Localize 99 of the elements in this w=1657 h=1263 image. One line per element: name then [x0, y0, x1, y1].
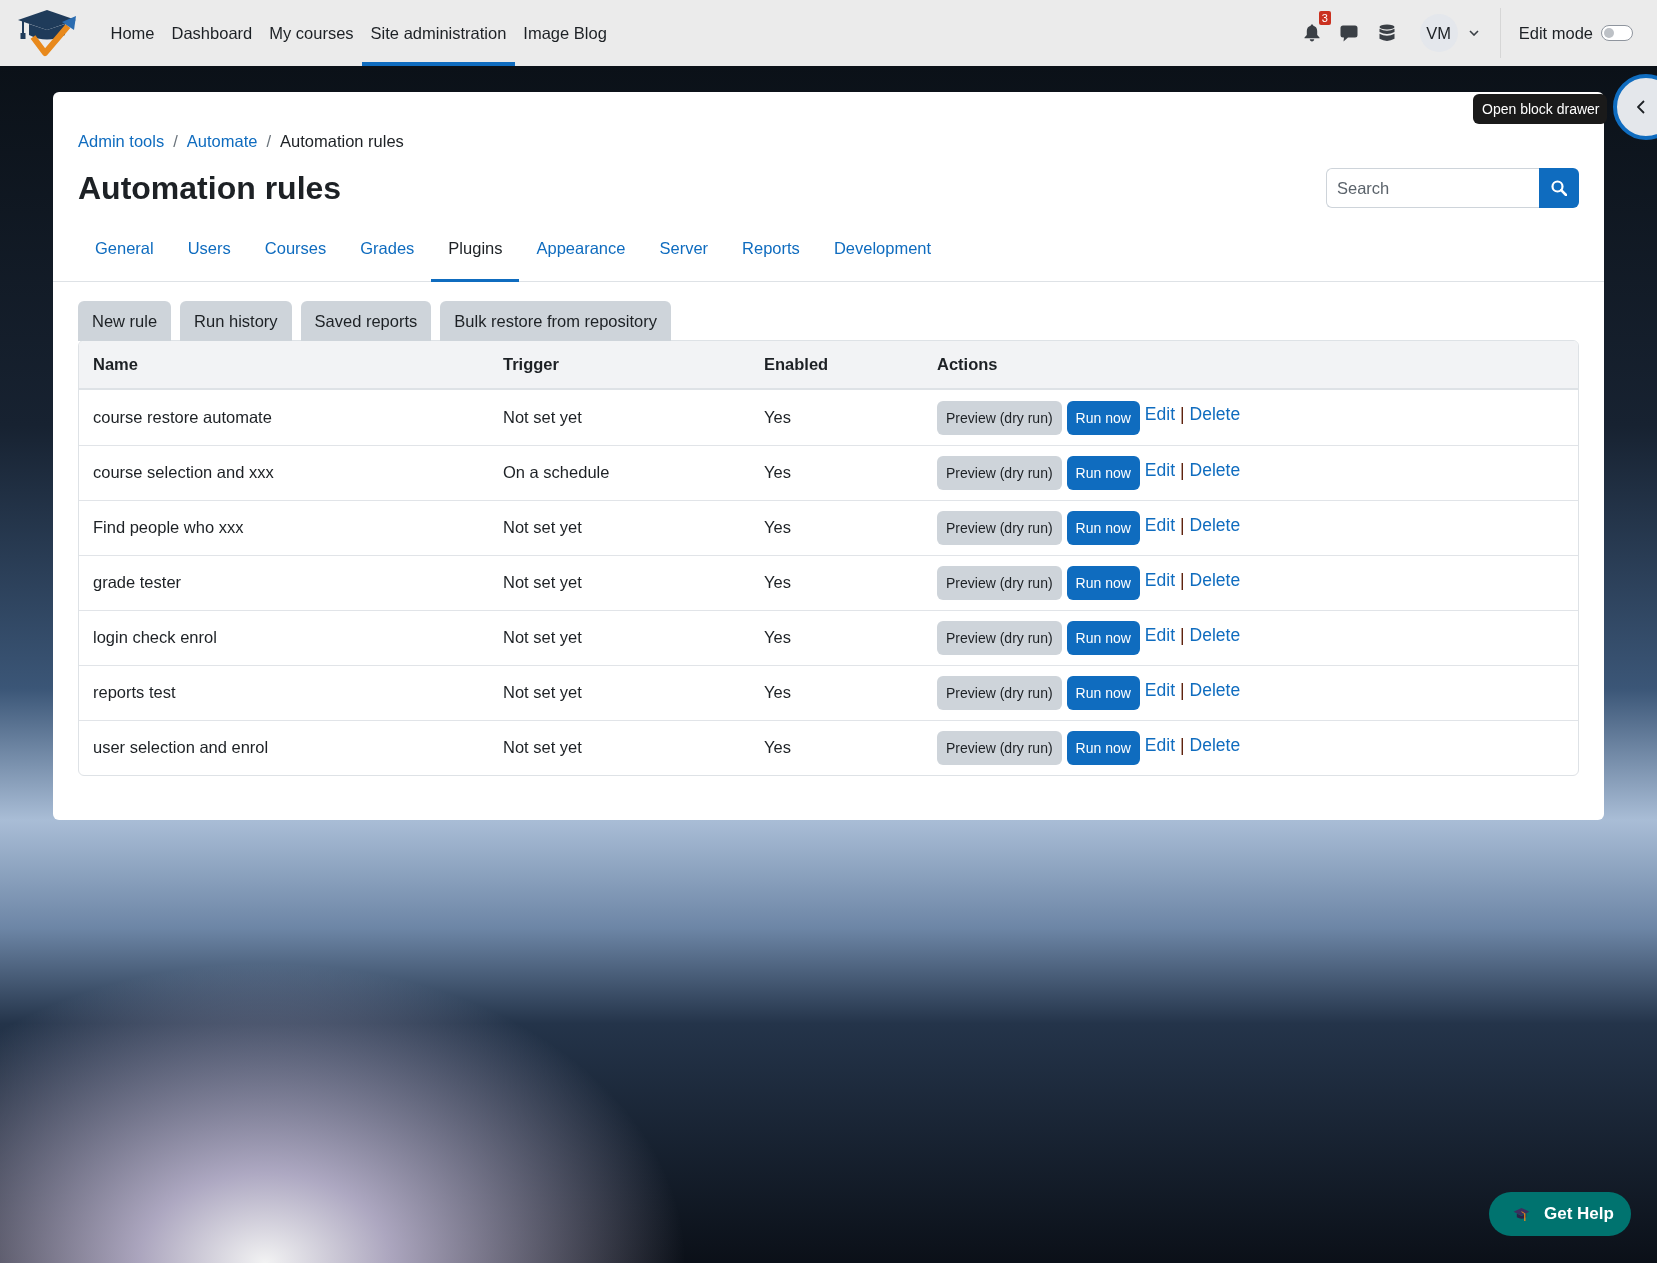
trigger-cell: Not set yet	[503, 407, 582, 426]
enabled-cell: Yes	[764, 573, 791, 591]
action-button[interactable]: Bulk restore from repository	[440, 301, 671, 341]
notification-badge: 3	[1318, 11, 1331, 25]
preview-button[interactable]: Preview (dry run)	[937, 511, 1062, 545]
run-now-button[interactable]: Run now	[1066, 621, 1140, 655]
run-now-button[interactable]: Run now	[1066, 566, 1140, 600]
edit-link[interactable]: Edit	[1144, 459, 1175, 481]
enabled-cell: Yes	[764, 683, 791, 701]
enabled-cell: Yes	[764, 407, 791, 426]
search-field[interactable]: Search	[1326, 168, 1539, 208]
nav-tab[interactable]: Grades	[343, 226, 432, 282]
trigger-cell: On a schedule	[503, 463, 610, 481]
edit-link[interactable]: Edit	[1144, 569, 1175, 591]
nav-tab[interactable]: Appearance	[519, 226, 643, 282]
rule-name-cell: user selection and enrol	[93, 738, 269, 757]
link-separator: |	[1180, 459, 1185, 481]
nav-link[interactable]: Dashboard	[163, 0, 261, 66]
rule-name-cell: grade tester	[93, 573, 182, 591]
edit-link[interactable]: Edit	[1144, 624, 1175, 646]
column-header: Trigger	[503, 355, 559, 373]
action-button[interactable]: Saved reports	[300, 301, 432, 341]
chat-bubble-icon[interactable]	[1339, 24, 1358, 42]
delete-link[interactable]: Delete	[1189, 679, 1241, 701]
rule-name-cell: login check enrol	[93, 628, 217, 646]
nav-link[interactable]: My courses	[260, 0, 363, 66]
rule-name-cell: Find people who xxx	[93, 518, 244, 536]
run-now-button[interactable]: Run now	[1066, 676, 1140, 710]
nav-tab[interactable]: Plugins	[431, 226, 520, 282]
nav-link[interactable]: Image Blog	[514, 0, 616, 66]
preview-button[interactable]: Preview (dry run)	[937, 566, 1062, 600]
bell-icon[interactable]	[1303, 24, 1320, 42]
delete-link[interactable]: Delete	[1189, 514, 1241, 536]
page-title: Automation rules	[78, 169, 342, 208]
nav-link[interactable]: Home	[102, 0, 163, 66]
column-header: Actions	[937, 355, 998, 373]
delete-link[interactable]: Delete	[1189, 734, 1241, 756]
breadcrumb-separator: /	[266, 131, 272, 152]
rule-name-cell: course restore automate	[93, 407, 272, 426]
rule-name-cell: reports test	[93, 683, 176, 701]
breadcrumb-link[interactable]: Automate	[186, 129, 258, 153]
trigger-cell: Not set yet	[503, 518, 582, 536]
enabled-cell: Yes	[764, 518, 791, 536]
delete-link[interactable]: Delete	[1189, 624, 1241, 646]
search-button[interactable]	[1539, 168, 1579, 208]
graduation-cap-icon	[1513, 1206, 1530, 1222]
delete-link[interactable]: Delete	[1189, 459, 1241, 481]
trigger-cell: Not set yet	[503, 573, 582, 591]
nav-tab[interactable]: Reports	[725, 226, 817, 282]
run-now-button[interactable]: Run now	[1066, 456, 1140, 490]
preview-button[interactable]: Preview (dry run)	[937, 731, 1062, 765]
caret-icon[interactable]	[1468, 30, 1479, 36]
edit-mode-label: Edit mode	[1518, 23, 1593, 43]
edit-link[interactable]: Edit	[1144, 679, 1175, 701]
link-separator: |	[1180, 734, 1185, 756]
delete-link[interactable]: Delete	[1189, 404, 1241, 425]
preview-button[interactable]: Preview (dry run)	[937, 400, 1062, 435]
breadcrumb-current: Automation rules	[280, 131, 404, 152]
enabled-cell: Yes	[764, 628, 791, 646]
enabled-cell: Yes	[764, 738, 791, 757]
action-button[interactable]: New rule	[78, 301, 172, 341]
link-separator: |	[1180, 624, 1185, 646]
trigger-cell: Not set yet	[503, 683, 582, 701]
preview-button[interactable]: Preview (dry run)	[937, 676, 1062, 710]
delete-link[interactable]: Delete	[1189, 569, 1241, 591]
edit-link[interactable]: Edit	[1144, 734, 1175, 756]
column-header: Enabled	[764, 355, 829, 373]
nav-tab[interactable]: Server	[642, 226, 726, 282]
nav-tab[interactable]: Development	[816, 226, 949, 282]
user-avatar[interactable]: VM	[1419, 14, 1458, 52]
enabled-cell: Yes	[764, 463, 791, 481]
breadcrumb-link[interactable]: Admin tools	[78, 129, 165, 153]
action-button[interactable]: Run history	[180, 301, 292, 341]
database-icon[interactable]	[1378, 24, 1395, 42]
run-now-button[interactable]: Run now	[1066, 511, 1140, 545]
breadcrumb-separator: /	[173, 131, 178, 152]
preview-button[interactable]: Preview (dry run)	[937, 621, 1062, 655]
chevron-left-icon	[1637, 100, 1645, 114]
nav-tab[interactable]: Courses	[247, 226, 344, 282]
search-icon	[1551, 180, 1567, 196]
edit-mode-toggle[interactable]	[1601, 25, 1633, 41]
run-now-button[interactable]: Run now	[1066, 731, 1140, 765]
graduation-cap-icon[interactable]	[16, 8, 78, 58]
preview-button[interactable]: Preview (dry run)	[937, 456, 1062, 490]
nav-tab[interactable]: Users	[170, 226, 248, 282]
rule-name-cell: course selection and xxx	[93, 463, 274, 481]
link-separator: |	[1180, 569, 1185, 591]
trigger-cell: Not set yet	[503, 738, 582, 757]
edit-link[interactable]: Edit	[1144, 514, 1175, 536]
link-separator: |	[1180, 679, 1185, 701]
drawer-tooltip: Open block drawer	[1473, 94, 1607, 124]
link-separator: |	[1180, 404, 1185, 425]
run-now-button[interactable]: Run now	[1066, 400, 1140, 435]
link-separator: |	[1180, 514, 1185, 536]
nav-tab[interactable]: General	[78, 226, 171, 282]
get-help-button[interactable]: Get Help	[1489, 1192, 1631, 1236]
edit-link[interactable]: Edit	[1144, 404, 1175, 425]
column-header: Name	[93, 355, 138, 373]
trigger-cell: Not set yet	[503, 628, 582, 646]
